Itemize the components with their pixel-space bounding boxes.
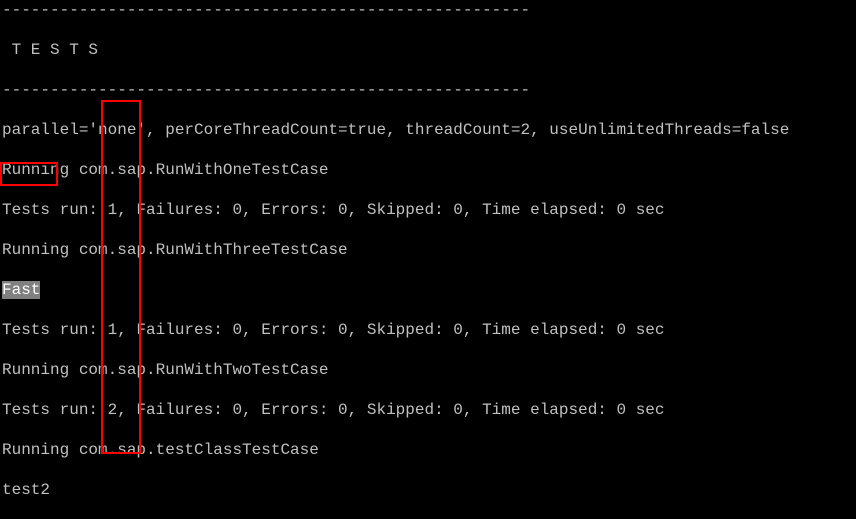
terminal-output[interactable]: ----------------------------------------… <box>0 0 856 519</box>
result-line: Tests run: 1, Failures: 0, Errors: 0, Sk… <box>2 320 854 340</box>
config-line: parallel='none', perCoreThreadCount=true… <box>2 120 854 140</box>
result-line: Tests run: 1, Failures: 0, Errors: 0, Sk… <box>2 200 854 220</box>
output-line: ----------------------------------------… <box>2 0 854 20</box>
running-line: Running com.sap.RunWithTwoTestCase <box>2 360 854 380</box>
result-line: Tests run: 2, Failures: 0, Errors: 0, Sk… <box>2 400 854 420</box>
tests-header: T E S T S <box>2 40 854 60</box>
output-line: ----------------------------------------… <box>2 80 854 100</box>
output-line: test2 <box>2 480 854 500</box>
fast-line: Fast <box>2 280 854 300</box>
running-line: Running com.sap.RunWithThreeTestCase <box>2 240 854 260</box>
running-line: Running com.sap.testClassTestCase <box>2 440 854 460</box>
fast-highlight: Fast <box>2 281 40 299</box>
running-line: Running com.sap.RunWithOneTestCase <box>2 160 854 180</box>
